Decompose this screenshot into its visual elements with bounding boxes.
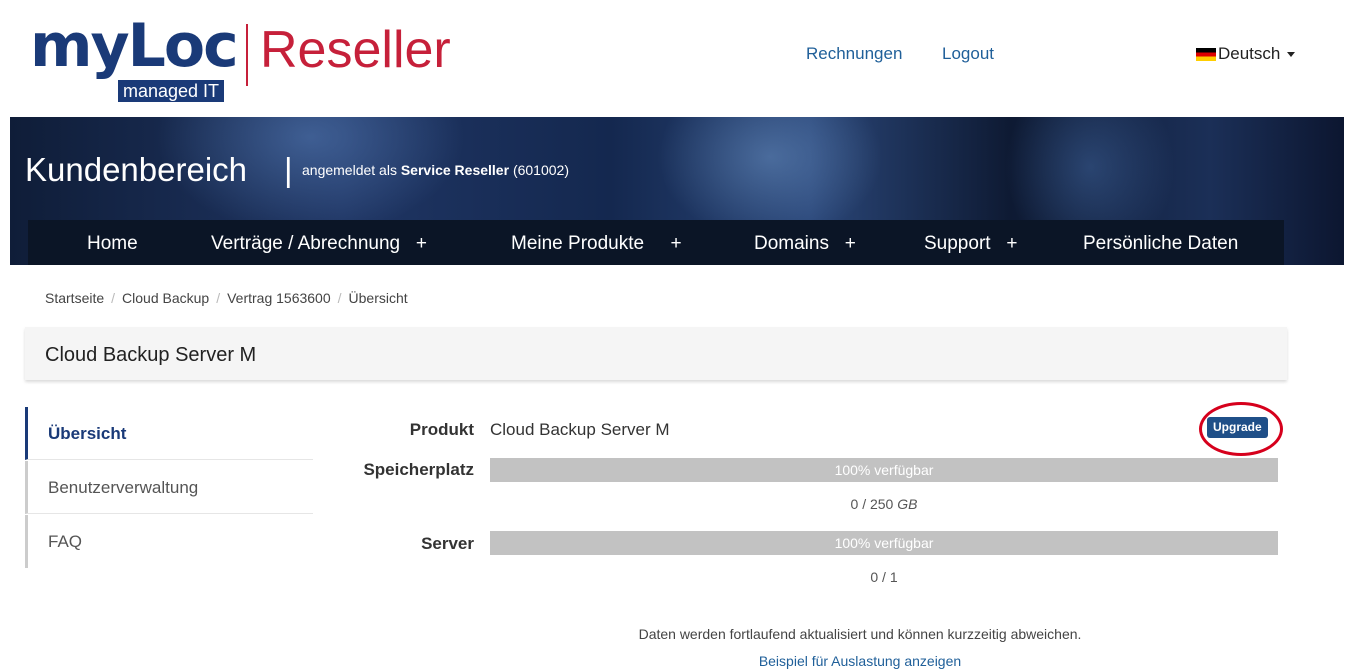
logged-in-prefix: angemeldet als bbox=[302, 162, 397, 178]
nav-contracts[interactable]: Verträge / Abrechnung + bbox=[211, 233, 427, 255]
main-nav: Home Verträge / Abrechnung + Meine Produ… bbox=[28, 220, 1284, 265]
storage-usage: 0 / 250 GB bbox=[790, 496, 978, 512]
header-banner: Kundenbereich | angemeldet als Service R… bbox=[10, 117, 1344, 265]
logo-text: myLoc bbox=[30, 11, 239, 81]
breadcrumb-separator: / bbox=[216, 290, 221, 306]
storage-label: Speicherplatz bbox=[363, 460, 474, 479]
server-progress-bar: 100% verfügbar bbox=[490, 531, 1278, 555]
logo-divider bbox=[246, 24, 248, 86]
side-item-label: Benutzerverwaltung bbox=[48, 478, 199, 497]
breadcrumb-contract[interactable]: Vertrag 1563600 bbox=[227, 290, 331, 306]
side-item-label: FAQ bbox=[48, 532, 83, 551]
title-panel: Cloud Backup Server M bbox=[25, 327, 1287, 380]
invoices-link[interactable]: Rechnungen bbox=[806, 44, 902, 64]
nav-support[interactable]: Support + bbox=[924, 233, 1017, 255]
banner-title: Kundenbereich bbox=[25, 151, 248, 188]
logo-product: Reseller bbox=[260, 21, 451, 79]
breadcrumb-home[interactable]: Startseite bbox=[45, 290, 104, 306]
breadcrumb-separator: / bbox=[337, 290, 342, 306]
language-selector[interactable]: Deutsch bbox=[1196, 44, 1296, 64]
storage-progress-text: 100% verfügbar bbox=[834, 462, 934, 478]
product-label: Produkt bbox=[409, 420, 474, 439]
storage-progress-bar: 100% verfügbar bbox=[490, 458, 1278, 482]
user-id: (601002) bbox=[512, 162, 569, 178]
nav-products[interactable]: Meine Produkte + bbox=[511, 233, 682, 255]
german-flag-icon bbox=[1196, 47, 1216, 61]
nav-home[interactable]: Home bbox=[87, 233, 138, 255]
side-item-overview[interactable]: Übersicht bbox=[25, 407, 313, 460]
breadcrumb: Startseite / Cloud Backup / Vertrag 1563… bbox=[45, 290, 408, 306]
page-title: Cloud Backup Server M bbox=[45, 344, 257, 366]
logout-link[interactable]: Logout bbox=[942, 44, 994, 64]
data-update-note: Daten werden fortlaufend aktualisiert un… bbox=[638, 626, 1082, 642]
nav-personal-data[interactable]: Persönliche Daten bbox=[1083, 233, 1238, 255]
product-value: Cloud Backup Server M bbox=[490, 420, 670, 439]
breadcrumb-separator: / bbox=[111, 290, 116, 306]
usage-example-link[interactable]: Beispiel für Auslastung anzeigen bbox=[360, 653, 1354, 669]
banner-separator: | bbox=[284, 151, 293, 188]
server-label: Server bbox=[421, 534, 474, 553]
side-item-faq[interactable]: FAQ bbox=[25, 515, 313, 568]
logo[interactable]: myLoc managed IT Reseller bbox=[30, 10, 460, 110]
logo-subtitle: managed IT bbox=[118, 80, 225, 102]
highlight-circle bbox=[1199, 402, 1283, 456]
side-item-user-management[interactable]: Benutzerverwaltung bbox=[25, 461, 313, 514]
language-label: Deutsch bbox=[1218, 44, 1281, 63]
caret-down-icon bbox=[1287, 51, 1296, 57]
storage-usage-unit: GB bbox=[897, 496, 918, 512]
server-usage: 0 / 1 bbox=[870, 569, 898, 585]
breadcrumb-current: Übersicht bbox=[348, 290, 408, 306]
side-item-label: Übersicht bbox=[48, 424, 127, 443]
breadcrumb-cloud-backup[interactable]: Cloud Backup bbox=[122, 290, 209, 306]
storage-usage-value: 0 / 250 bbox=[850, 496, 894, 512]
server-progress-text: 100% verfügbar bbox=[834, 535, 934, 551]
logged-in-info: angemeldet als Service Reseller (601002) bbox=[302, 162, 569, 178]
user-name: Service Reseller bbox=[400, 162, 510, 178]
nav-domains[interactable]: Domains + bbox=[754, 233, 856, 255]
